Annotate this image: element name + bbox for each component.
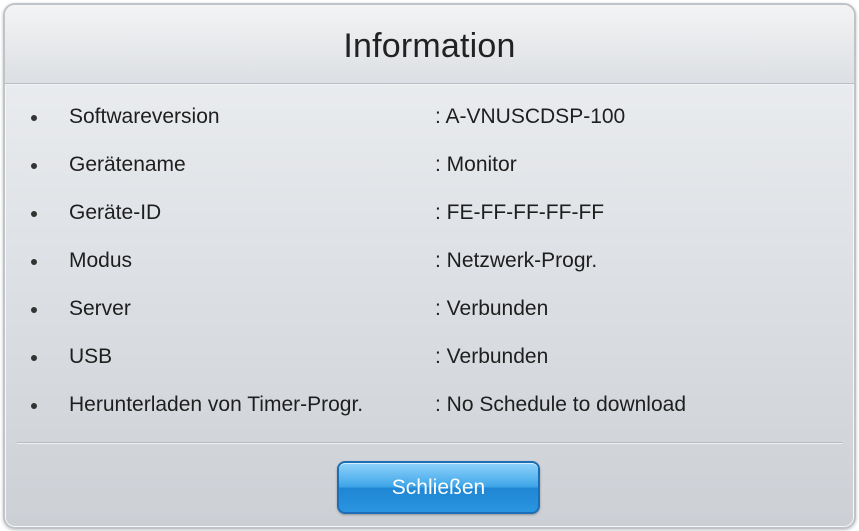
- info-row-device-name: Gerätename : Monitor: [5, 145, 854, 193]
- info-value: : A-VNUSCDSP-100: [435, 105, 626, 128]
- info-label: Geräte-ID: [69, 201, 162, 224]
- info-row-usb: USB : Verbunden: [5, 337, 854, 385]
- info-row-server: Server : Verbunden: [5, 289, 854, 337]
- info-value: : Netzwerk-Progr.: [435, 249, 598, 272]
- info-label: Server: [69, 297, 131, 320]
- info-value: : Verbunden: [435, 297, 549, 320]
- info-value: : No Schedule to download: [435, 393, 687, 416]
- info-label: USB: [69, 345, 113, 368]
- info-value: : Monitor: [435, 153, 517, 176]
- bullet-icon: [31, 403, 37, 409]
- bullet-icon: [31, 211, 37, 217]
- dialog-title-bar: Information: [5, 5, 854, 84]
- close-button[interactable]: Schließen: [337, 461, 540, 514]
- bullet-icon: [31, 355, 37, 361]
- info-row-device-id: Geräte-ID : FE-FF-FF-FF-FF: [5, 193, 854, 241]
- footer-divider: [17, 442, 842, 443]
- bullet-icon: [31, 163, 37, 169]
- information-dialog: Information Softwareversion : A-VNUSCDSP…: [3, 3, 856, 529]
- info-row-mode: Modus : Netzwerk-Progr.: [5, 241, 854, 289]
- dialog-title: Information: [343, 27, 516, 65]
- info-label: Softwareversion: [69, 105, 220, 128]
- info-row-software-version: Softwareversion : A-VNUSCDSP-100: [5, 97, 854, 145]
- info-value: : Verbunden: [435, 345, 549, 368]
- info-row-timer-download: Herunterladen von Timer-Progr. : No Sche…: [5, 385, 854, 433]
- info-label: Herunterladen von Timer-Progr.: [69, 393, 364, 416]
- bullet-icon: [31, 115, 37, 121]
- info-label: Modus: [69, 249, 133, 272]
- info-value: : FE-FF-FF-FF-FF: [435, 201, 605, 224]
- info-label: Gerätename: [69, 153, 186, 176]
- bullet-icon: [31, 307, 37, 313]
- bullet-icon: [31, 259, 37, 265]
